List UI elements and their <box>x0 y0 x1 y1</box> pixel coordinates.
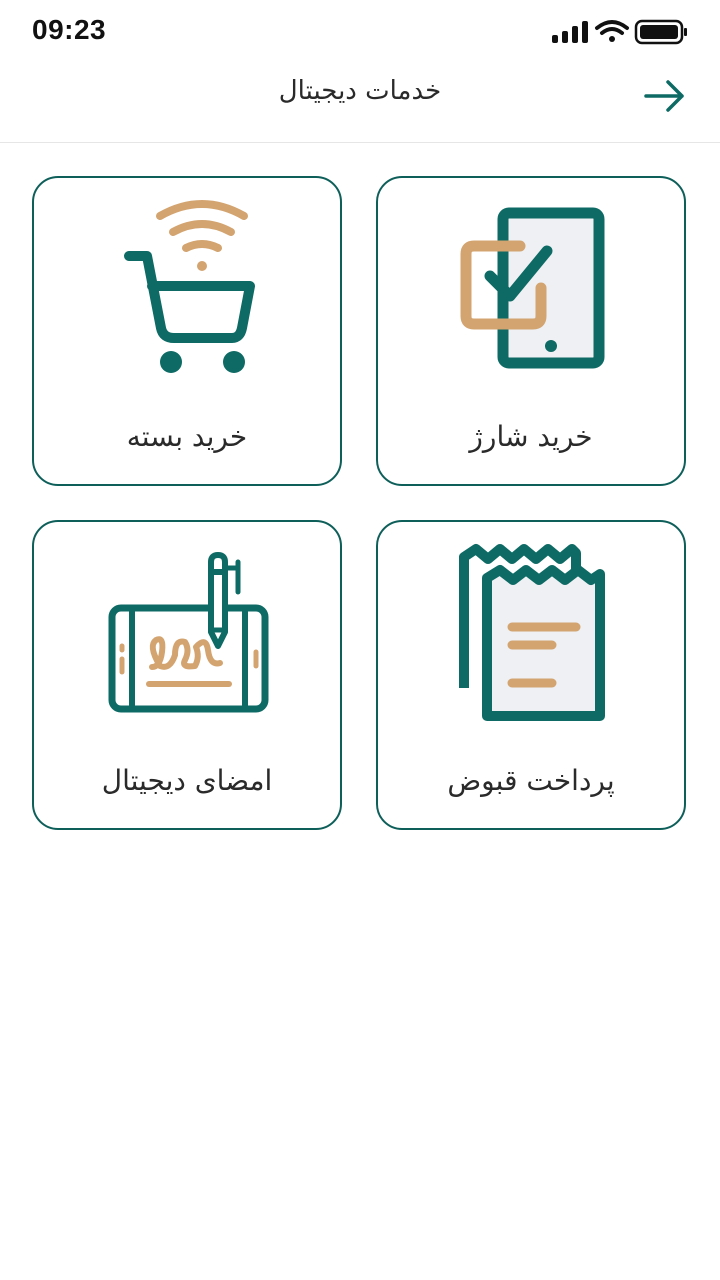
status-bar: 09:23 <box>0 0 720 64</box>
service-card-digital-signature[interactable]: امضای دیجیتال <box>32 520 342 830</box>
mobile-charge-icon <box>460 207 605 369</box>
service-card-label: خرید شارژ <box>469 420 593 453</box>
service-card-buy-package[interactable]: خرید بسته <box>32 176 342 486</box>
page-title: خدمات دیجیتال <box>278 76 442 106</box>
service-card-label: امضای دیجیتال <box>101 764 273 797</box>
arrow-right-icon <box>644 80 684 112</box>
back-button[interactable] <box>642 76 690 116</box>
service-card-label: پرداخت قبوض <box>447 764 615 797</box>
battery-icon <box>634 19 687 45</box>
cart-wifi-icon <box>124 200 255 373</box>
digital-signature-icon <box>108 552 269 713</box>
wifi-icon <box>595 20 629 42</box>
service-card-buy-charge[interactable]: خرید شارژ <box>376 176 686 486</box>
signal-icon <box>552 21 588 43</box>
bill-receipt-icon <box>459 544 605 721</box>
status-time: 09:23 <box>32 14 107 45</box>
app-header: خدمات دیجیتال <box>0 64 720 143</box>
service-card-label: خرید بسته <box>126 420 248 453</box>
status-icons <box>550 18 690 48</box>
service-card-pay-bills[interactable]: پرداخت قبوض <box>376 520 686 830</box>
